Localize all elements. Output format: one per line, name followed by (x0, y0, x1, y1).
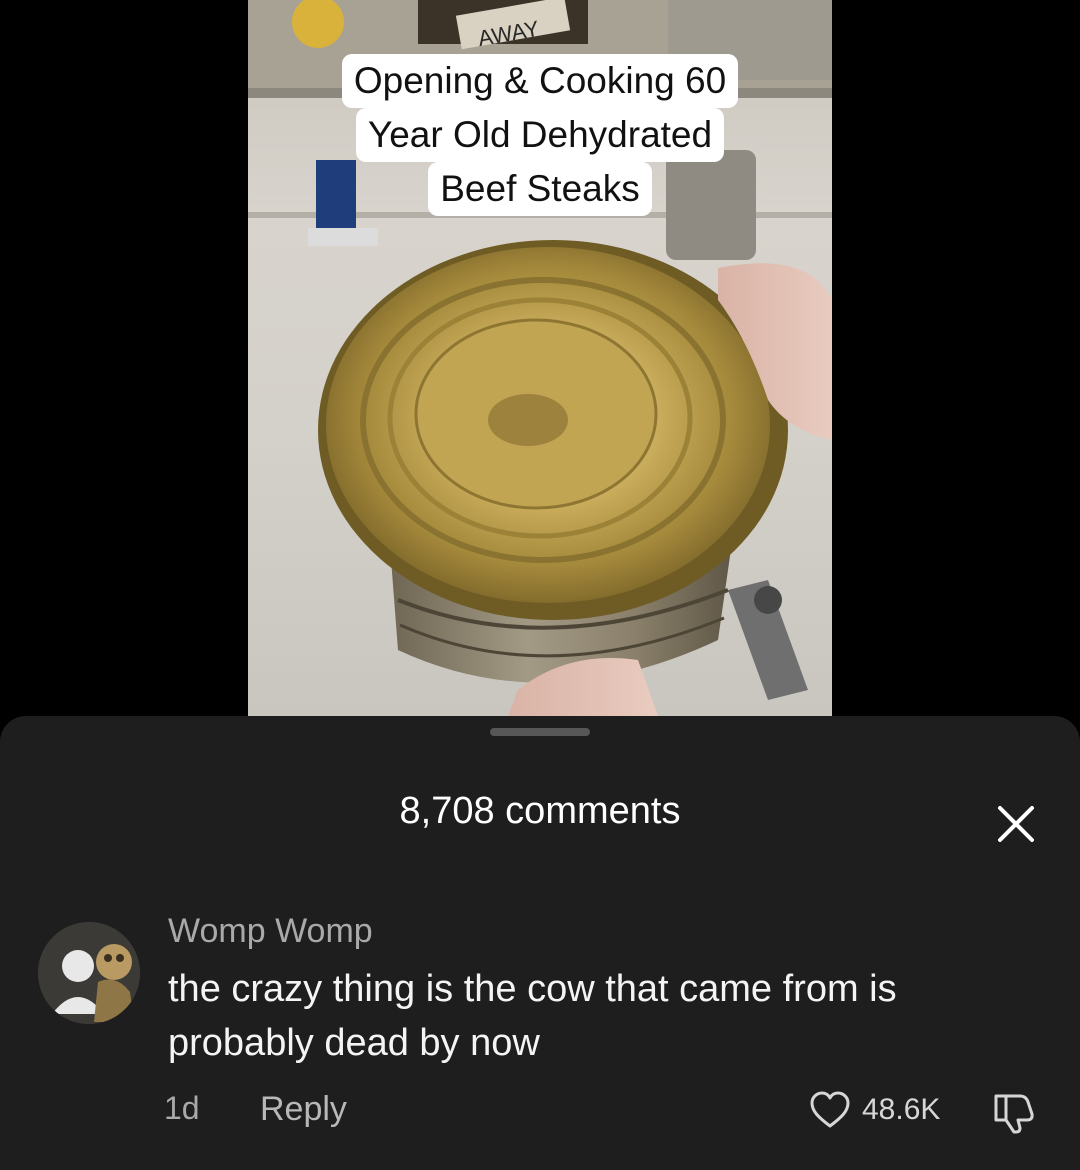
thumbs-down-icon (994, 1094, 1034, 1134)
avatar-image (38, 922, 140, 1024)
close-button[interactable] (992, 800, 1040, 848)
close-icon (998, 806, 1034, 842)
caption-line-1: Opening & Cooking 60 (341, 54, 739, 108)
caption-line-2: Year Old Dehydrated (355, 108, 725, 162)
app-screen: AWAY Opening & Cooking 60 Year Old Dehyd… (0, 0, 1080, 1170)
comments-sheet: 8,708 comments Womp Womp the crazy thing… (0, 716, 1080, 1170)
comment-author[interactable]: Womp Womp (168, 912, 373, 951)
heart-outline-icon (810, 1091, 850, 1128)
video-player[interactable]: AWAY Opening & Cooking 60 Year Old Dehyd… (248, 0, 832, 716)
comments-count: 8,708 comments (399, 790, 681, 832)
comment-time: 1d (164, 1090, 200, 1126)
caption-line-3: Beef Steaks (428, 162, 652, 216)
like-button[interactable]: 48.6K (808, 1088, 940, 1132)
avatar[interactable] (38, 922, 140, 1024)
reply-button[interactable]: Reply (260, 1090, 347, 1129)
dislike-button[interactable] (990, 1090, 1038, 1134)
drag-handle[interactable] (490, 728, 590, 736)
like-count: 48.6K (862, 1093, 941, 1126)
comment-text: the crazy thing is the cow that came fro… (168, 968, 897, 1064)
video-caption: Opening & Cooking 60 Year Old Dehydrated… (248, 54, 832, 216)
